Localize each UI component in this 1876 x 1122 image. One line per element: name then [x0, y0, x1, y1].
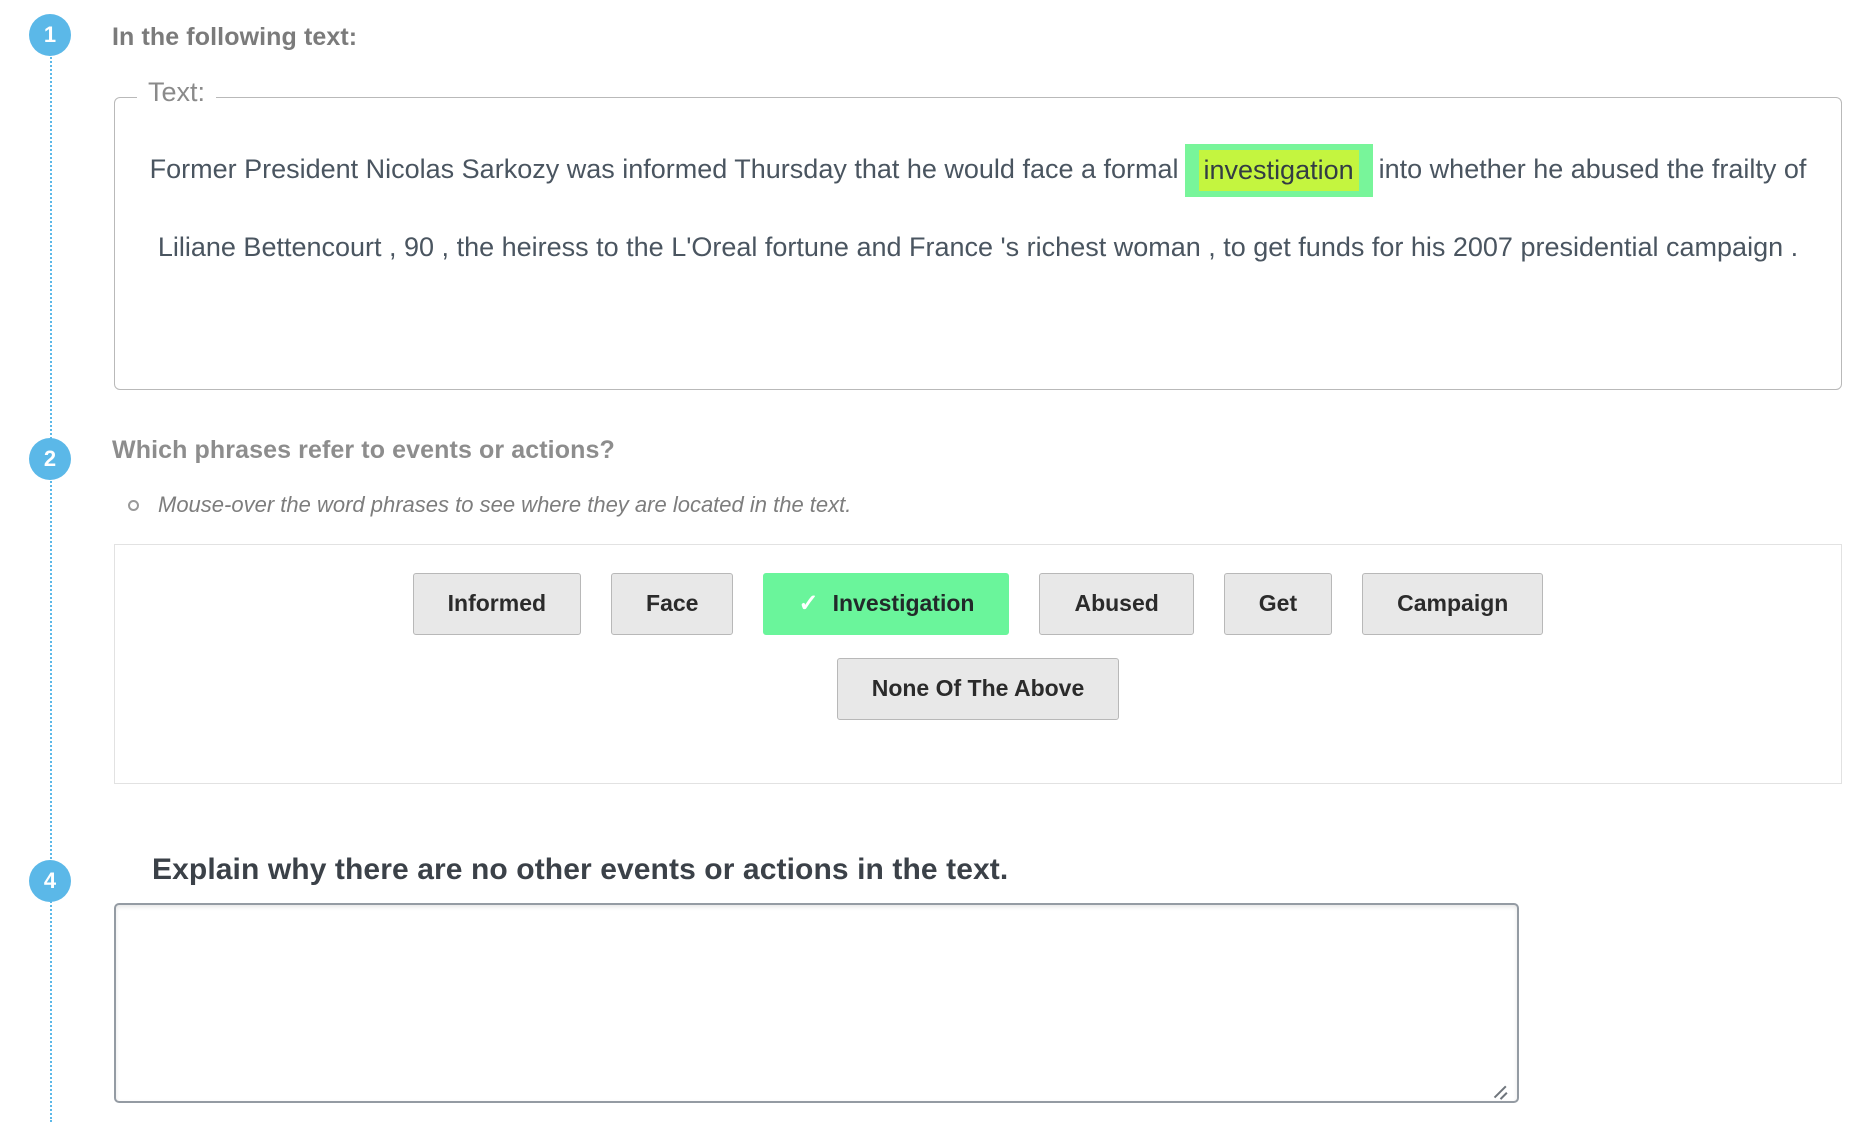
- source-text: Former President Nicolas Sarkozy was inf…: [129, 130, 1827, 286]
- choice-none-of-the-above[interactable]: None Of The Above: [836, 657, 1120, 720]
- highlighted-phrase: investigation: [1198, 150, 1359, 192]
- choice-face[interactable]: Face: [611, 573, 734, 635]
- choice-label: Campaign: [1397, 590, 1509, 616]
- choice-informed[interactable]: Informed: [412, 573, 582, 635]
- hint-text: Mouse-over the word phrases to see where…: [158, 492, 852, 517]
- choice-get[interactable]: Get: [1223, 573, 1333, 635]
- section-2-title: Which phrases refer to events or actions…: [112, 436, 615, 464]
- choice-abused[interactable]: Abused: [1039, 573, 1194, 635]
- step-rail: [50, 38, 52, 1122]
- choice-campaign[interactable]: Campaign: [1362, 573, 1544, 635]
- step-badge-1: 1: [29, 14, 71, 56]
- highlight-outer: investigation: [1184, 144, 1373, 198]
- text-fieldset: Text: Former President Nicolas Sarkozy w…: [114, 79, 1842, 390]
- source-text-before: Former President Nicolas Sarkozy was inf…: [149, 154, 1179, 184]
- choice-label: Informed: [447, 590, 547, 616]
- circle-outline-icon: [128, 499, 139, 511]
- section-4-title: Explain why there are no other events or…: [152, 853, 1009, 886]
- choices-row-1: Informed Face ✓ Investigation Abused Get…: [115, 573, 1841, 635]
- check-icon: ✓: [798, 589, 819, 617]
- step-badge-2: 2: [29, 438, 71, 480]
- task-page: 1 In the following text: Text: Former Pr…: [0, 0, 1876, 1122]
- choice-label: Investigation: [832, 590, 975, 616]
- explanation-textarea[interactable]: [114, 903, 1519, 1103]
- section-1-title: In the following text:: [112, 23, 358, 51]
- choice-label: Face: [646, 590, 699, 616]
- choices-row-2: None Of The Above: [115, 657, 1841, 720]
- text-fieldset-legend: Text:: [137, 79, 217, 106]
- hint-row: Mouse-over the word phrases to see where…: [128, 492, 851, 518]
- step-badge-4: 4: [29, 860, 71, 902]
- choice-investigation[interactable]: ✓ Investigation: [763, 573, 1010, 635]
- choice-label: Get: [1258, 590, 1298, 616]
- choices-panel: Informed Face ✓ Investigation Abused Get…: [114, 544, 1842, 784]
- choice-label: None Of The Above: [871, 674, 1085, 701]
- choice-label: Abused: [1074, 590, 1159, 616]
